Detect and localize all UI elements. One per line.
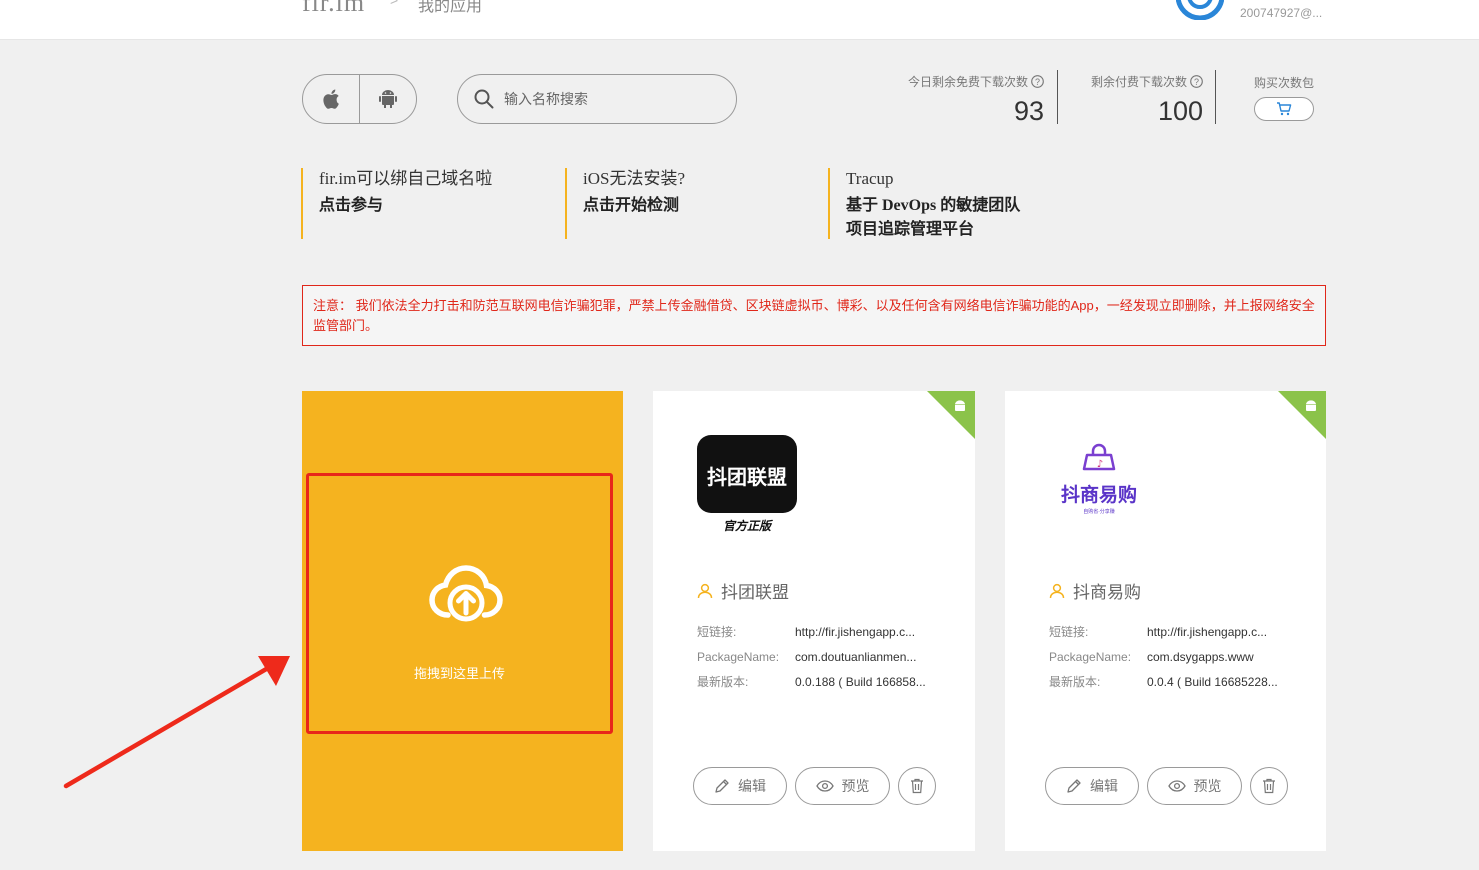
upload-highlight-box: 拖拽到这里上传 (306, 473, 613, 734)
app-icon-title: 抖团联盟 (707, 465, 787, 489)
eye-icon (815, 780, 834, 792)
logo[interactable]: fir.im (302, 0, 365, 18)
short-link-label: 短链接: (697, 625, 737, 639)
stat-divider (1215, 70, 1216, 124)
cart-icon (1277, 102, 1292, 116)
buy-package-label: 购买次数包 (1254, 76, 1315, 90)
buy-package-button[interactable] (1254, 97, 1314, 121)
promo-title: fir.im可以绑自己域名啦 (319, 169, 493, 188)
app-icon: ♪ 抖商易购 自购省·分享赚 (1061, 443, 1137, 515)
app-icon-subtitle: 官方正版 (723, 519, 774, 533)
promo-custom-domain[interactable]: fir.im可以绑自己域名啦 点击参与 (301, 168, 541, 239)
app-icon: 抖团联盟 官方正版 (697, 435, 797, 533)
app-icon-subtitle: 自购省·分享赚 (1083, 508, 1115, 515)
promo-title: Tracup (846, 169, 894, 188)
notice-banner: 注意： 我们依法全力打击和防范互联网电信诈骗犯罪，严禁上传金融借贷、区块链虚拟币… (302, 285, 1326, 346)
promo-tracup[interactable]: Tracup 基于 DevOps 的敏捷团队 项目追踪管理平台 (828, 168, 1088, 239)
breadcrumb-separator: > (390, 0, 399, 8)
help-icon[interactable]: ? (1031, 75, 1044, 88)
paid-downloads-label: 剩余付费下载次数 (1090, 75, 1187, 89)
promo-link[interactable]: 基于 DevOps 的敏捷团队 (846, 194, 1088, 218)
stat-divider (1057, 70, 1058, 124)
top-header: fir.im > 我的应用 200747927@... (0, 0, 1479, 40)
ios-filter-button[interactable] (303, 75, 359, 123)
edit-label: 编辑 (1090, 778, 1118, 794)
latest-version-value: 0.0.4 ( Build 16685228... (1147, 674, 1278, 689)
pencil-icon (715, 779, 729, 793)
edit-button[interactable]: 编辑 (1045, 767, 1139, 805)
avatar[interactable] (1176, 0, 1224, 20)
package-name-label: PackageName: (1049, 649, 1132, 664)
paid-downloads-stat: 剩余付费下载次数 ? 100 (1062, 73, 1203, 127)
promo-title: iOS无法安装? (583, 169, 685, 188)
user-icon (697, 583, 713, 598)
preview-button[interactable]: 预览 (795, 767, 890, 805)
android-icon (379, 90, 397, 108)
app-actions: 编辑 预览 (693, 767, 936, 805)
user-email[interactable]: 200747927@... (1240, 6, 1322, 20)
app-name-row: 抖团联盟 (697, 578, 789, 603)
android-corner-badge (927, 391, 975, 439)
app-actions: 编辑 预览 (1045, 767, 1288, 805)
free-downloads-stat: 今日剩余免费下载次数 ? 93 (896, 73, 1044, 127)
latest-version-label: 最新版本: (1049, 675, 1101, 689)
app-name-row: 抖商易购 (1049, 578, 1141, 603)
promo-link[interactable]: 点击参与 (319, 194, 541, 218)
buy-package: 购买次数包 (1254, 74, 1314, 121)
search-input[interactable] (504, 91, 714, 107)
android-corner-badge (1278, 391, 1326, 439)
search-box (457, 74, 737, 124)
preview-label: 预览 (841, 778, 870, 794)
short-link-label: 短链接: (1049, 625, 1089, 639)
free-downloads-value: 93 (1013, 96, 1044, 126)
short-link-value[interactable]: http://fir.jishengapp.c... (1147, 625, 1287, 639)
paid-downloads-value: 100 (1157, 96, 1203, 126)
user-icon (1049, 583, 1065, 598)
promo-link[interactable]: 点击开始检测 (583, 194, 805, 218)
cloud-upload-icon (429, 565, 503, 622)
breadcrumb-my-apps[interactable]: 我的应用 (418, 0, 482, 16)
android-filter-button[interactable] (359, 75, 416, 123)
app-card[interactable]: 抖团联盟 官方正版 抖团联盟 短链接: http://fir.jishengap… (653, 391, 975, 851)
delete-button[interactable] (898, 767, 936, 805)
preview-button[interactable]: 预览 (1147, 767, 1242, 805)
upload-dropzone[interactable]: 拖拽到这里上传 (302, 391, 623, 851)
app-info: 短链接: http://fir.jishengapp.c... PackageN… (1049, 619, 1287, 694)
upload-hint: 拖拽到这里上传 (413, 666, 505, 681)
svg-text:?: ? (1194, 77, 1199, 87)
app-card[interactable]: ♪ 抖商易购 自购省·分享赚 抖商易购 短链接: http://fir.jish… (1005, 391, 1326, 851)
free-downloads-label: 今日剩余免费下载次数 (907, 75, 1028, 89)
trash-icon (911, 778, 923, 794)
edit-label: 编辑 (738, 778, 766, 794)
promo-link[interactable]: 项目追踪管理平台 (846, 218, 1088, 242)
svg-text:♪: ♪ (1097, 459, 1103, 470)
apple-icon (323, 89, 339, 109)
preview-label: 预览 (1193, 778, 1222, 794)
app-icon-title: 抖商易购 (1061, 483, 1137, 506)
promo-ios-check[interactable]: iOS无法安装? 点击开始检测 (565, 168, 805, 239)
package-name-label: PackageName: (697, 649, 780, 664)
trash-icon (1263, 778, 1275, 794)
latest-version-value: 0.0.188 ( Build 166858... (795, 674, 926, 689)
pencil-icon (1067, 779, 1081, 793)
app-name[interactable]: 抖团联盟 (721, 578, 789, 603)
eye-icon (1167, 780, 1186, 792)
app-info: 短链接: http://fir.jishengapp.c... PackageN… (697, 619, 935, 694)
edit-button[interactable]: 编辑 (693, 767, 787, 805)
app-name[interactable]: 抖商易购 (1073, 578, 1141, 603)
help-icon[interactable]: ? (1190, 75, 1203, 88)
package-name-value: com.dsygapps.www (1147, 649, 1254, 664)
latest-version-label: 最新版本: (697, 675, 749, 689)
short-link-value[interactable]: http://fir.jishengapp.c... (795, 625, 935, 639)
platform-filter (302, 74, 417, 124)
package-name-value: com.doutuanlianmen... (795, 649, 917, 664)
svg-text:?: ? (1035, 77, 1040, 87)
delete-button[interactable] (1250, 767, 1288, 805)
search-icon (474, 89, 494, 109)
